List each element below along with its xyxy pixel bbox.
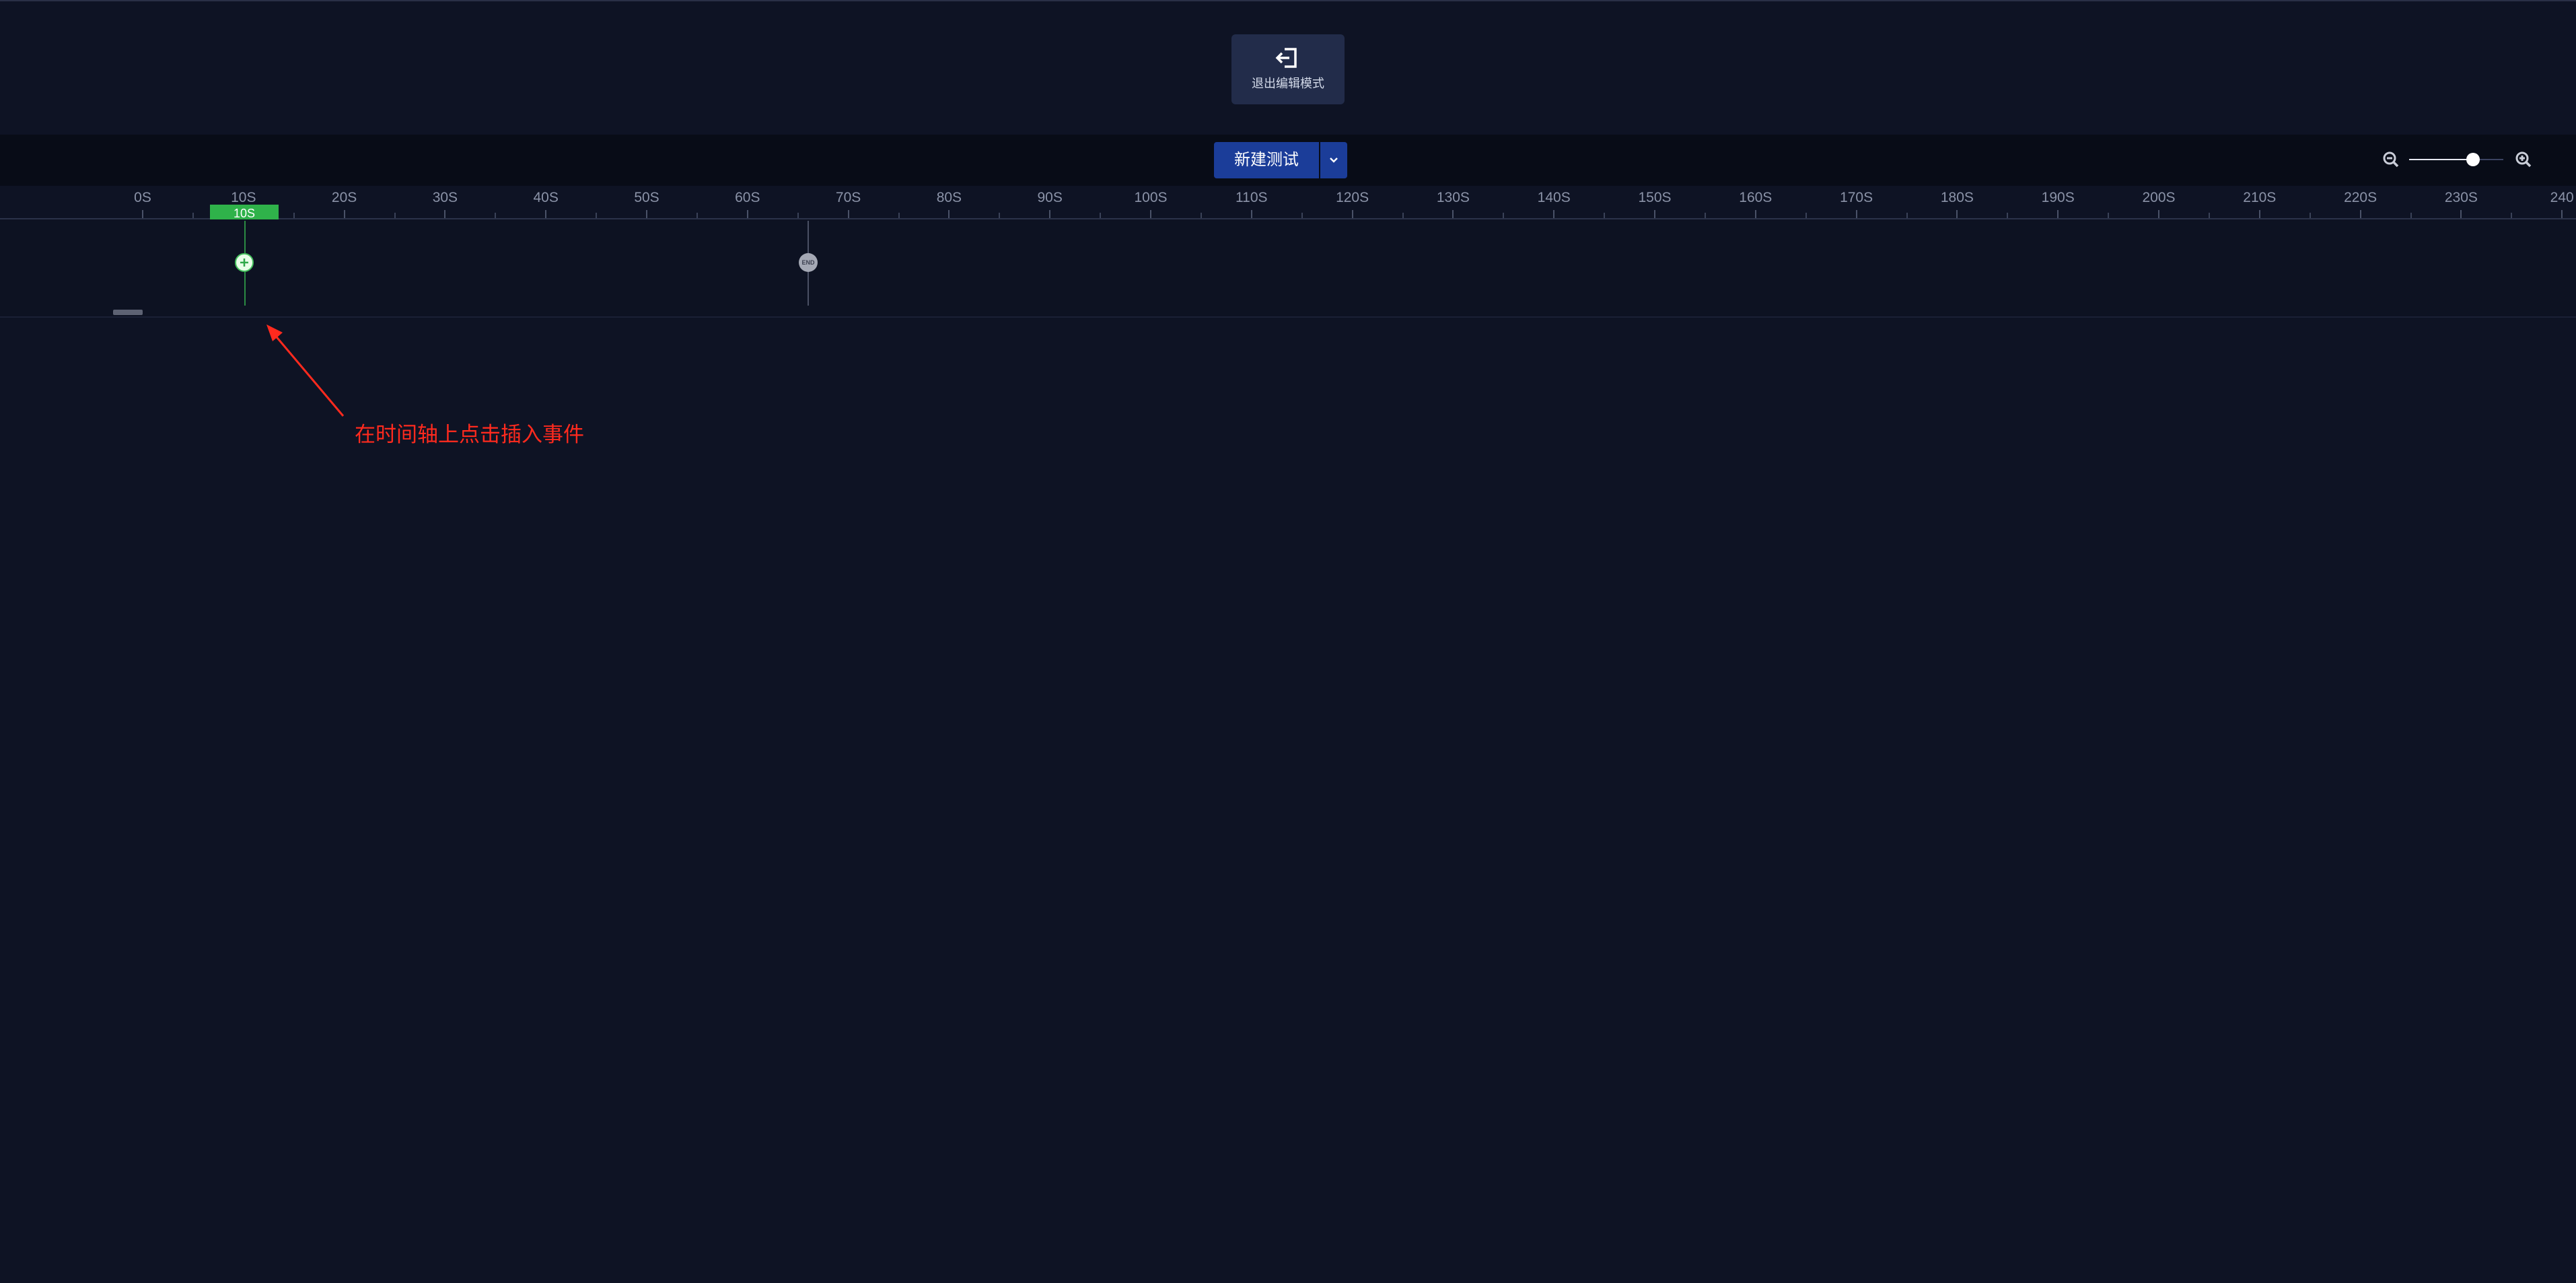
ruler-minor-tick: [1604, 213, 1606, 218]
zoom-out-icon[interactable]: [2382, 151, 2400, 168]
ruler-major-tick: [2561, 210, 2563, 218]
ruler-major-tick: [948, 210, 950, 218]
ruler-major-tick: [1351, 210, 1353, 218]
header-bar: 退出编辑模式: [0, 0, 2576, 135]
ruler-major-tick: [646, 210, 647, 218]
ruler-tick-label: 0S: [134, 190, 151, 205]
ruler-minor-tick: [495, 213, 497, 218]
exit-edit-mode-button[interactable]: 退出编辑模式: [1231, 34, 1345, 104]
ruler-minor-tick: [2309, 213, 2311, 218]
ruler-minor-tick: [797, 213, 799, 218]
ruler-major-tick: [2057, 210, 2059, 218]
ruler-tick-label: 160S: [1739, 190, 1773, 205]
ruler-minor-tick: [2511, 213, 2513, 218]
ruler-minor-tick: [1301, 213, 1303, 218]
ruler-major-tick: [1150, 210, 1151, 218]
ruler-tick-label: 210S: [2243, 190, 2277, 205]
exit-edit-mode-label: 退出编辑模式: [1252, 77, 1324, 90]
zoom-slider[interactable]: [2409, 149, 2503, 170]
ruler-tick-label: 230S: [2444, 190, 2478, 205]
ruler-major-tick: [1250, 210, 1252, 218]
ruler-tick-label: 10S: [231, 190, 256, 205]
ruler-major-tick: [1855, 210, 1857, 218]
plus-icon: [240, 258, 248, 267]
chevron-down-icon: [1330, 158, 1338, 163]
ruler-tick-label: 180S: [1940, 190, 1974, 205]
ruler-tick-label: 30S: [432, 190, 458, 205]
ruler-minor-tick: [1402, 213, 1404, 218]
ruler-minor-tick: [1100, 213, 1102, 218]
ruler-minor-tick: [293, 213, 295, 218]
ruler-tick-label: 220S: [2344, 190, 2377, 205]
ruler-minor-tick: [1200, 213, 1202, 218]
ruler-major-tick: [847, 210, 849, 218]
ruler-major-tick: [343, 210, 345, 218]
zoom-slider-fill: [2409, 159, 2474, 160]
ruler-minor-tick: [1805, 213, 1807, 218]
ruler-major-tick: [746, 210, 748, 218]
timeline-track[interactable]: [0, 219, 2576, 318]
ruler-major-tick: [1553, 210, 1555, 218]
ruler-minor-tick: [898, 213, 900, 218]
ruler-tick-label: 170S: [1840, 190, 1873, 205]
ruler-minor-tick: [596, 213, 598, 218]
ruler-major-tick: [2258, 210, 2260, 218]
ruler-tick-label: 60S: [735, 190, 760, 205]
ruler-major-tick: [1452, 210, 1454, 218]
ruler-tick-label: 70S: [835, 190, 861, 205]
timeline-ruler[interactable]: 0S 10S 20S 30S 40S 50S 60S 70S 80S 90S 100S 110S 120…: [0, 186, 2576, 219]
ruler-tick-label: 150S: [1638, 190, 1672, 205]
ruler-major-tick: [2158, 210, 2159, 218]
ruler-major-tick: [2460, 210, 2462, 218]
ruler-minor-tick: [1906, 213, 1908, 218]
ruler-major-tick: [1956, 210, 1958, 218]
ruler-minor-tick: [999, 213, 1001, 218]
ruler-minor-tick: [394, 213, 396, 218]
ruler-tick-label: 130S: [1436, 190, 1470, 205]
ruler-tick-label: 20S: [331, 190, 357, 205]
zoom-in-icon[interactable]: [2515, 151, 2532, 168]
ruler-tick-label: 80S: [936, 190, 962, 205]
toolbar: 新建测试: [0, 135, 2576, 186]
ruler-major-tick: [1754, 210, 1756, 218]
ruler-major-tick: [444, 210, 446, 218]
ruler-minor-tick: [2208, 213, 2210, 218]
ruler-tick-label: 200S: [2142, 190, 2176, 205]
new-test-button[interactable]: 新建测试: [1214, 142, 1319, 178]
ruler-tick-label: 50S: [634, 190, 659, 205]
ruler-minor-tick: [2108, 213, 2110, 218]
ruler-tick-label: 240: [2550, 190, 2574, 205]
ruler-tick-label: 140S: [1537, 190, 1571, 205]
ruler-minor-tick: [192, 213, 194, 218]
ruler-major-tick: [2359, 210, 2361, 218]
annotation-arrow: [266, 324, 345, 417]
ruler-minor-tick: [1704, 213, 1706, 218]
ruler-minor-tick: [696, 213, 698, 218]
annotation-text: 在时间轴上点击插入事件: [355, 423, 584, 446]
timeline-editor: 退出编辑模式 新建测试 0S 10S 20S 30S 40S 50S 60S 7…: [0, 0, 2576, 1283]
ruler-tick-label: 40S: [533, 190, 559, 205]
new-test-split-button: 新建测试: [1214, 142, 1347, 178]
ruler-major-tick: [545, 210, 547, 218]
ruler-major-tick: [142, 210, 143, 218]
insert-event-button[interactable]: [235, 253, 254, 272]
ruler-minor-tick: [1503, 213, 1505, 218]
end-marker[interactable]: END: [799, 253, 818, 272]
track-scroll-handle[interactable]: [113, 310, 143, 315]
ruler-major-tick: [1654, 210, 1655, 218]
ruler-tick-label: 110S: [1236, 190, 1268, 205]
ruler-tick-label: 190S: [2041, 190, 2075, 205]
ruler-minor-tick: [2007, 213, 2009, 218]
zoom-slider-thumb[interactable]: [2466, 153, 2480, 166]
ruler-tick-label: 100S: [1134, 190, 1168, 205]
ruler-tick-label: 90S: [1037, 190, 1063, 205]
new-test-dropdown-button[interactable]: [1320, 142, 1347, 178]
ruler-tick-label: 120S: [1336, 190, 1369, 205]
ruler-minor-tick: [2410, 213, 2412, 218]
ruler-major-tick: [1049, 210, 1051, 218]
exit-icon: [1275, 48, 1297, 68]
